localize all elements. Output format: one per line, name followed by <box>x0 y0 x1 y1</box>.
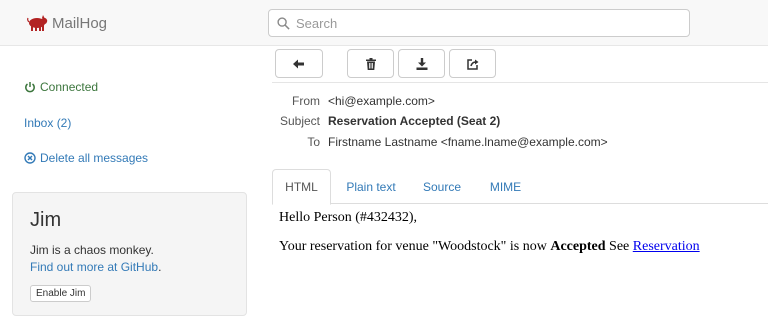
jim-github-link[interactable]: Find out more at GitHub <box>30 260 158 274</box>
header-subject: Subject Reservation Accepted (Seat 2) <box>272 114 768 130</box>
header-to: To Firstname Lastname <fname.lname@examp… <box>272 135 768 151</box>
body-text-mid: See <box>605 239 633 254</box>
top-navbar: MailHog <box>0 0 768 46</box>
connection-status: Connected <box>24 80 98 94</box>
download-icon <box>416 57 427 70</box>
search-input[interactable] <box>296 15 676 31</box>
jim-link-line: Find out more at GitHub. <box>30 259 229 276</box>
tab-html[interactable]: HTML <box>272 169 331 205</box>
delete-button[interactable] <box>347 49 394 78</box>
pig-icon <box>27 15 48 31</box>
jim-panel: Jim Jim is a chaos monkey. Find out more… <box>12 192 247 316</box>
reservation-link[interactable]: Reservation <box>633 239 700 254</box>
subject-value: Reservation Accepted (Seat 2) <box>328 114 501 128</box>
brand[interactable]: MailHog <box>26 12 107 34</box>
release-button[interactable] <box>449 49 496 78</box>
remove-circle-icon <box>24 152 36 164</box>
search-box[interactable] <box>268 9 690 37</box>
from-value: <hi@example.com> <box>328 94 435 108</box>
brand-name: MailHog <box>52 14 108 32</box>
search-icon <box>277 16 290 30</box>
share-icon <box>466 58 478 70</box>
body-reservation-line: Your reservation for venue "Woodstock" i… <box>279 239 700 255</box>
message-tabs: HTML Plain text Source MIME <box>272 169 768 205</box>
delete-all-messages-link[interactable]: Delete all messages <box>24 151 148 165</box>
toolbar-divider <box>272 82 768 83</box>
to-value: Firstname Lastname <fname.lname@example.… <box>328 135 608 149</box>
jim-title: Jim <box>30 209 62 231</box>
body-text-pre: Your reservation for venue "Woodstock" i… <box>279 239 551 254</box>
download-button[interactable] <box>398 49 445 78</box>
sidebar-item-inbox[interactable]: Inbox (2) <box>24 116 71 130</box>
from-label: From <box>292 94 320 108</box>
trash-icon <box>365 57 376 70</box>
header-from: From <hi@example.com> <box>272 94 768 110</box>
enable-jim-button[interactable]: Enable Jim <box>30 285 92 302</box>
arrow-left-icon <box>293 59 304 68</box>
tab-plain-text[interactable]: Plain text <box>331 169 411 204</box>
subject-label: Subject <box>279 114 320 128</box>
tab-mime[interactable]: MIME <box>473 169 538 204</box>
jim-link-suffix: . <box>158 260 162 274</box>
inbox-label[interactable]: Inbox (2) <box>24 116 71 130</box>
body-greeting: Hello Person (#432432), <box>279 210 418 225</box>
to-label: To <box>307 135 320 149</box>
connection-label: Connected <box>40 80 99 94</box>
delete-all-label[interactable]: Delete all messages <box>40 151 148 165</box>
back-button[interactable] <box>275 49 323 78</box>
jim-description: Jim is a chaos monkey. <box>30 243 154 257</box>
body-status: Accepted <box>550 239 606 254</box>
tab-source[interactable]: Source <box>411 169 473 204</box>
power-icon <box>25 82 35 93</box>
